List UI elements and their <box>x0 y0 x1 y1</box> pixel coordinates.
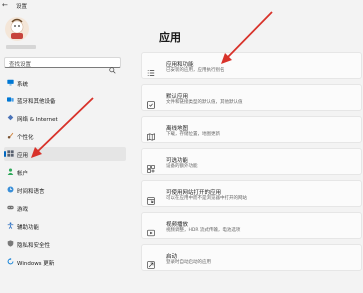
card-default-apps[interactable]: 默认应用 文件和链接类型的默认值，其他默认值 <box>141 84 362 111</box>
startup-icon <box>147 254 155 269</box>
gamepad-icon <box>7 204 14 211</box>
shield-icon <box>7 240 14 247</box>
sidebar-item-time-language[interactable]: 时间和语言 <box>4 183 126 197</box>
username-placeholder <box>6 45 36 49</box>
card-subtitle: 下载，存储位置，地图更新 <box>166 132 220 137</box>
sidebar-item-system[interactable]: 系统 <box>4 76 126 90</box>
wifi-icon <box>7 114 14 121</box>
card-offline-maps[interactable]: 离线地图 下载，存储位置，地图更新 <box>141 116 362 143</box>
sidebar-item-accessibility[interactable]: 辅助功能 <box>4 219 126 233</box>
search-input[interactable]: 查找设置 <box>4 57 121 74</box>
card-startup[interactable]: 启动 登录时自动启动的应用 <box>141 244 362 271</box>
sidebar-item-label: 辅助功能 <box>17 224 40 231</box>
card-subtitle: 设备的额外功能 <box>166 164 198 169</box>
grid-plus-icon <box>147 158 155 173</box>
card-apps-features[interactable]: 应用和功能 已安装的应用，应用执行别名 <box>141 52 362 79</box>
card-subtitle: 登录时自动启动的应用 <box>166 260 211 265</box>
back-button[interactable]: ← <box>2 1 8 9</box>
sidebar-item-label: 系统 <box>17 81 29 88</box>
card-subtitle: 视频调整，HDR 流式传输，电池选项 <box>166 228 241 233</box>
sidebar-item-label: 游戏 <box>17 206 29 213</box>
sidebar-item-accounts[interactable]: 帐户 <box>4 165 126 179</box>
brush-icon <box>7 132 14 139</box>
sidebar-item-label: 帐户 <box>17 170 29 177</box>
web-app-icon <box>147 190 155 205</box>
sidebar-item-label: 个性化 <box>17 134 34 141</box>
accessibility-icon <box>7 222 14 229</box>
sidebar-item-windows-update[interactable]: Windows 更新 <box>4 255 126 269</box>
card-subtitle: 已安装的应用，应用执行别名 <box>166 68 225 73</box>
card-optional-features[interactable]: 可选功能 设备的额外功能 <box>141 148 362 175</box>
person-icon <box>7 168 14 175</box>
title-bar: ← 设置 <box>0 0 363 14</box>
sidebar-item-bluetooth[interactable]: 蓝牙和其他设备 <box>4 93 126 107</box>
sidebar-item-label: 应用 <box>17 152 29 159</box>
video-icon <box>147 222 155 236</box>
sidebar-item-label: 网络 & Internet <box>17 116 58 123</box>
sidebar-item-label: 蓝牙和其他设备 <box>17 98 56 105</box>
sidebar-item-gaming[interactable]: 游戏 <box>4 201 126 215</box>
globe-clock-icon <box>7 186 14 193</box>
search-placeholder: 查找设置 <box>9 61 32 68</box>
sidebar-item-label: 时间和语言 <box>17 188 45 195</box>
sidebar-item-network[interactable]: 网络 & Internet <box>4 111 126 125</box>
sidebar-item-personalization[interactable]: 个性化 <box>4 129 126 143</box>
card-apps-for-websites[interactable]: 可使用网站打开的应用 可以在应用中而不是浏览器中打开的网站 <box>141 180 362 207</box>
bluetooth-icon <box>7 96 14 103</box>
default-apps-icon <box>147 94 155 109</box>
map-icon <box>147 126 155 141</box>
avatar[interactable] <box>4 16 30 42</box>
apps-icon <box>7 150 14 157</box>
sidebar-item-label: Windows 更新 <box>17 260 55 267</box>
page-title: 应用 <box>159 31 181 44</box>
card-video-playback[interactable]: 视频播放 视频调整，HDR 流式传输，电池选项 <box>141 212 362 239</box>
selection-indicator <box>4 151 6 157</box>
sidebar-item-privacy[interactable]: 隐私和安全性 <box>4 237 126 251</box>
monitor-icon <box>7 79 14 86</box>
sidebar-item-label: 隐私和安全性 <box>17 242 51 249</box>
card-subtitle: 文件和链接类型的默认值，其他默认值 <box>166 100 243 105</box>
window-title: 设置 <box>16 4 28 10</box>
card-subtitle: 可以在应用中而不是浏览器中打开的网站 <box>166 196 247 201</box>
update-icon <box>7 258 14 265</box>
sidebar-item-apps[interactable]: 应用 <box>4 147 126 161</box>
list-icon <box>147 62 155 76</box>
